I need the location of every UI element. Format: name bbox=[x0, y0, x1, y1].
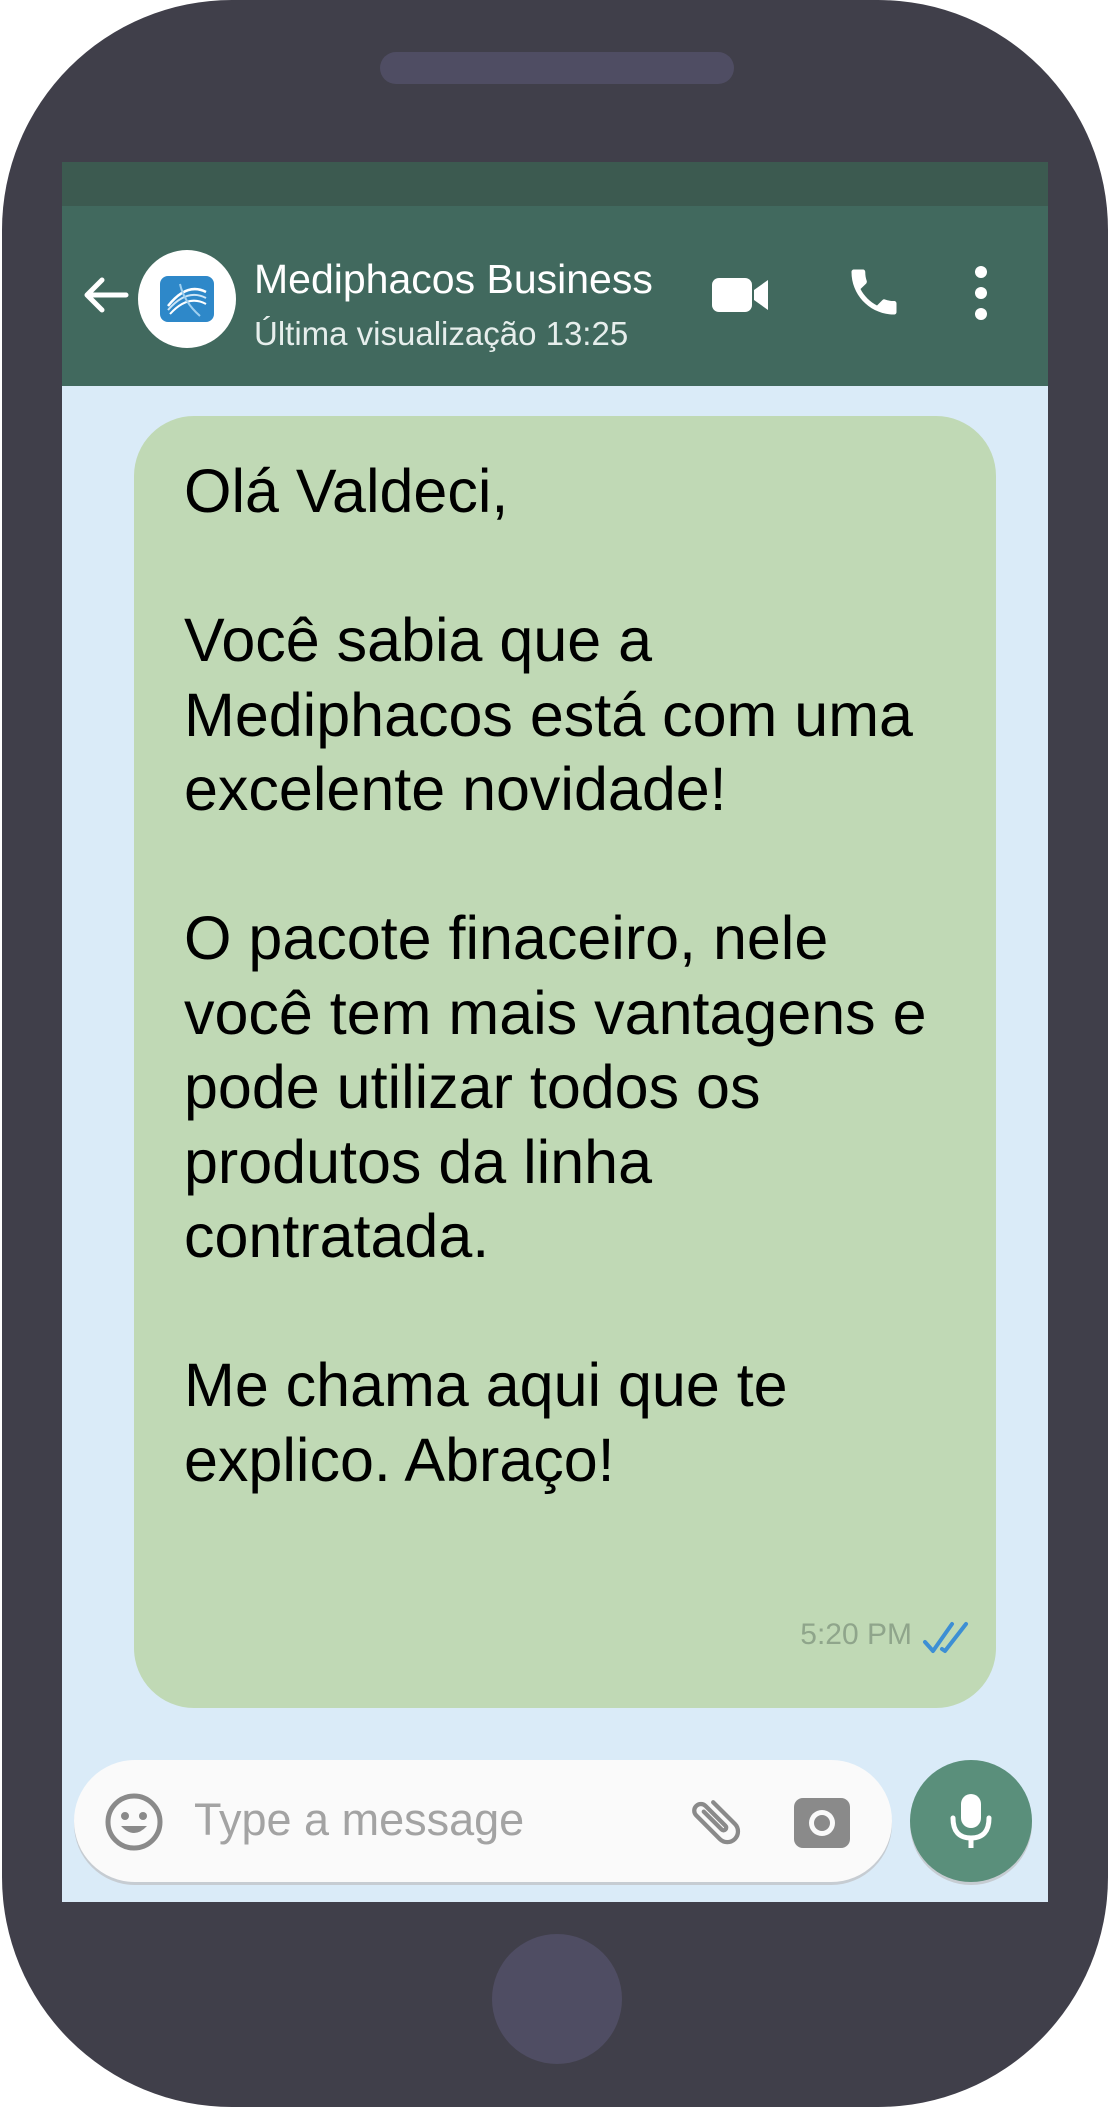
video-camera-icon bbox=[712, 278, 768, 312]
emoji-icon bbox=[105, 1793, 163, 1851]
phone-speaker bbox=[380, 52, 734, 84]
phone-icon bbox=[851, 269, 897, 315]
message-time: 5:20 PM bbox=[800, 1618, 912, 1651]
phone-frame: Mediphacos Business Última visualização … bbox=[2, 0, 1108, 2107]
avatar[interactable] bbox=[138, 250, 236, 348]
company-logo bbox=[160, 276, 214, 322]
home-button[interactable] bbox=[492, 1934, 622, 2064]
message-input[interactable] bbox=[194, 1788, 634, 1852]
status-bar bbox=[62, 162, 1048, 206]
back-button[interactable] bbox=[80, 270, 130, 320]
camera-button[interactable] bbox=[792, 1792, 852, 1852]
arrow-left-icon bbox=[84, 277, 129, 313]
voice-message-button[interactable] bbox=[910, 1760, 1032, 1882]
contact-name[interactable]: Mediphacos Business bbox=[254, 256, 653, 303]
emoji-button[interactable] bbox=[104, 1792, 164, 1852]
more-options-button[interactable] bbox=[968, 264, 994, 322]
more-vertical-icon bbox=[975, 266, 987, 320]
attach-button[interactable] bbox=[684, 1790, 748, 1854]
chat-screen: Mediphacos Business Última visualização … bbox=[62, 162, 1048, 1902]
paperclip-icon bbox=[692, 1800, 741, 1845]
video-call-button[interactable] bbox=[710, 270, 772, 320]
message-composer bbox=[74, 1760, 892, 1882]
message-bubble[interactable]: Olá Valdeci, Você sabia que a Mediphacos… bbox=[134, 416, 996, 1708]
camera-icon bbox=[794, 1798, 850, 1848]
double-check-icon bbox=[923, 1622, 968, 1653]
message-text: Olá Valdeci, Você sabia que a Mediphacos… bbox=[184, 457, 927, 1494]
voice-call-button[interactable] bbox=[844, 262, 904, 322]
last-seen-status: Última visualização 13:25 bbox=[254, 315, 629, 352]
chat-header: Mediphacos Business Última visualização … bbox=[62, 206, 1048, 386]
microphone-icon bbox=[950, 1794, 992, 1848]
